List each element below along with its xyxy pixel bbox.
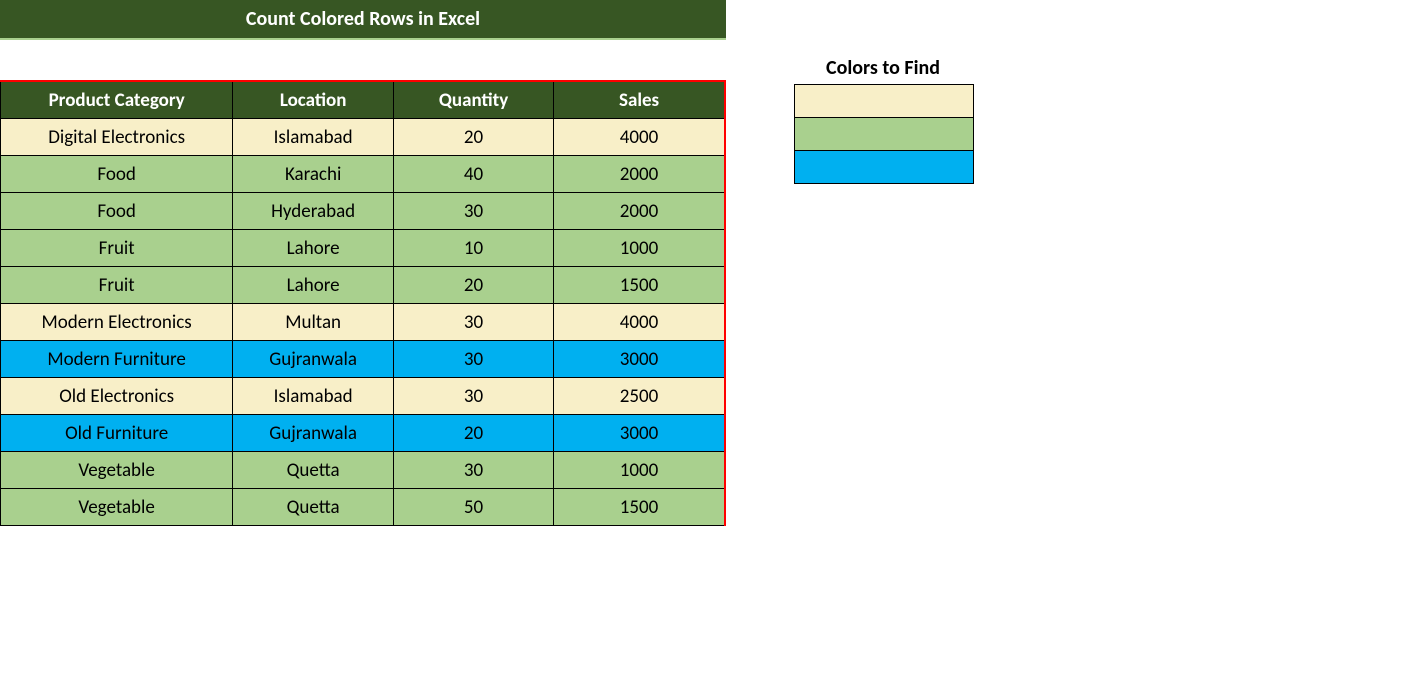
table-cell: 3000 [554,341,725,378]
table-cell: Lahore [233,267,394,304]
table-cell: 1500 [554,267,725,304]
table-cell: Modern Furniture [1,341,233,378]
table-cell: Gujranwala [233,415,394,452]
table-cell: Fruit [1,230,233,267]
table-row: Old ElectronicsIslamabad302500 [1,378,726,415]
table-cell: 2000 [554,156,725,193]
table-cell: 1000 [554,452,725,489]
table-cell: 4000 [554,304,725,341]
table-cell: 40 [393,156,553,193]
table-cell: 4000 [554,119,725,156]
page-title: Count Colored Rows in Excel [0,0,726,40]
table-cell: Gujranwala [233,341,394,378]
table-cell: Food [1,156,233,193]
table-cell: 50 [393,489,553,526]
header-sales: Sales [554,81,725,119]
header-quantity: Quantity [393,81,553,119]
table-cell: 20 [393,267,553,304]
table-cell: Old Electronics [1,378,233,415]
table-cell: 30 [393,341,553,378]
table-cell: Islamabad [233,378,394,415]
table-cell: 30 [393,452,553,489]
table-cell: Vegetable [1,489,233,526]
table-cell: 2500 [554,378,725,415]
data-table: Product Category Location Quantity Sales… [0,80,726,526]
color-swatch-blue [795,151,973,183]
table-cell: Islamabad [233,119,394,156]
table-cell: 10 [393,230,553,267]
table-cell: 1000 [554,230,725,267]
header-location: Location [233,81,394,119]
table-cell: 3000 [554,415,725,452]
table-cell: Karachi [233,156,394,193]
table-row: Modern ElectronicsMultan304000 [1,304,726,341]
table-cell: Quetta [233,452,394,489]
table-cell: Old Furniture [1,415,233,452]
table-row: Modern FurnitureGujranwala303000 [1,341,726,378]
table-cell: Quetta [233,489,394,526]
header-product-category: Product Category [1,81,233,119]
table-cell: 1500 [554,489,725,526]
color-swatch-list [794,84,974,184]
colors-heading: Colors to Find [794,56,972,80]
table-row: Digital ElectronicsIslamabad204000 [1,119,726,156]
table-cell: 30 [393,193,553,230]
table-cell: Food [1,193,233,230]
table-row: FoodHyderabad302000 [1,193,726,230]
table-row: FruitLahore201500 [1,267,726,304]
table-row: FoodKarachi402000 [1,156,726,193]
table-cell: 20 [393,415,553,452]
table-row: FruitLahore101000 [1,230,726,267]
table-cell: 2000 [554,193,725,230]
table-cell: Vegetable [1,452,233,489]
table-row: VegetableQuetta301000 [1,452,726,489]
table-cell: 20 [393,119,553,156]
color-swatch-green [795,118,973,151]
table-cell: 30 [393,304,553,341]
table-cell: Fruit [1,267,233,304]
table-cell: Lahore [233,230,394,267]
table-cell: 30 [393,378,553,415]
table-row: VegetableQuetta501500 [1,489,726,526]
table-cell: Digital Electronics [1,119,233,156]
table-header-row: Product Category Location Quantity Sales [1,81,726,119]
table-cell: Hyderabad [233,193,394,230]
table-row: Old FurnitureGujranwala203000 [1,415,726,452]
table-cell: Multan [233,304,394,341]
color-swatch-cream [795,85,973,118]
table-cell: Modern Electronics [1,304,233,341]
